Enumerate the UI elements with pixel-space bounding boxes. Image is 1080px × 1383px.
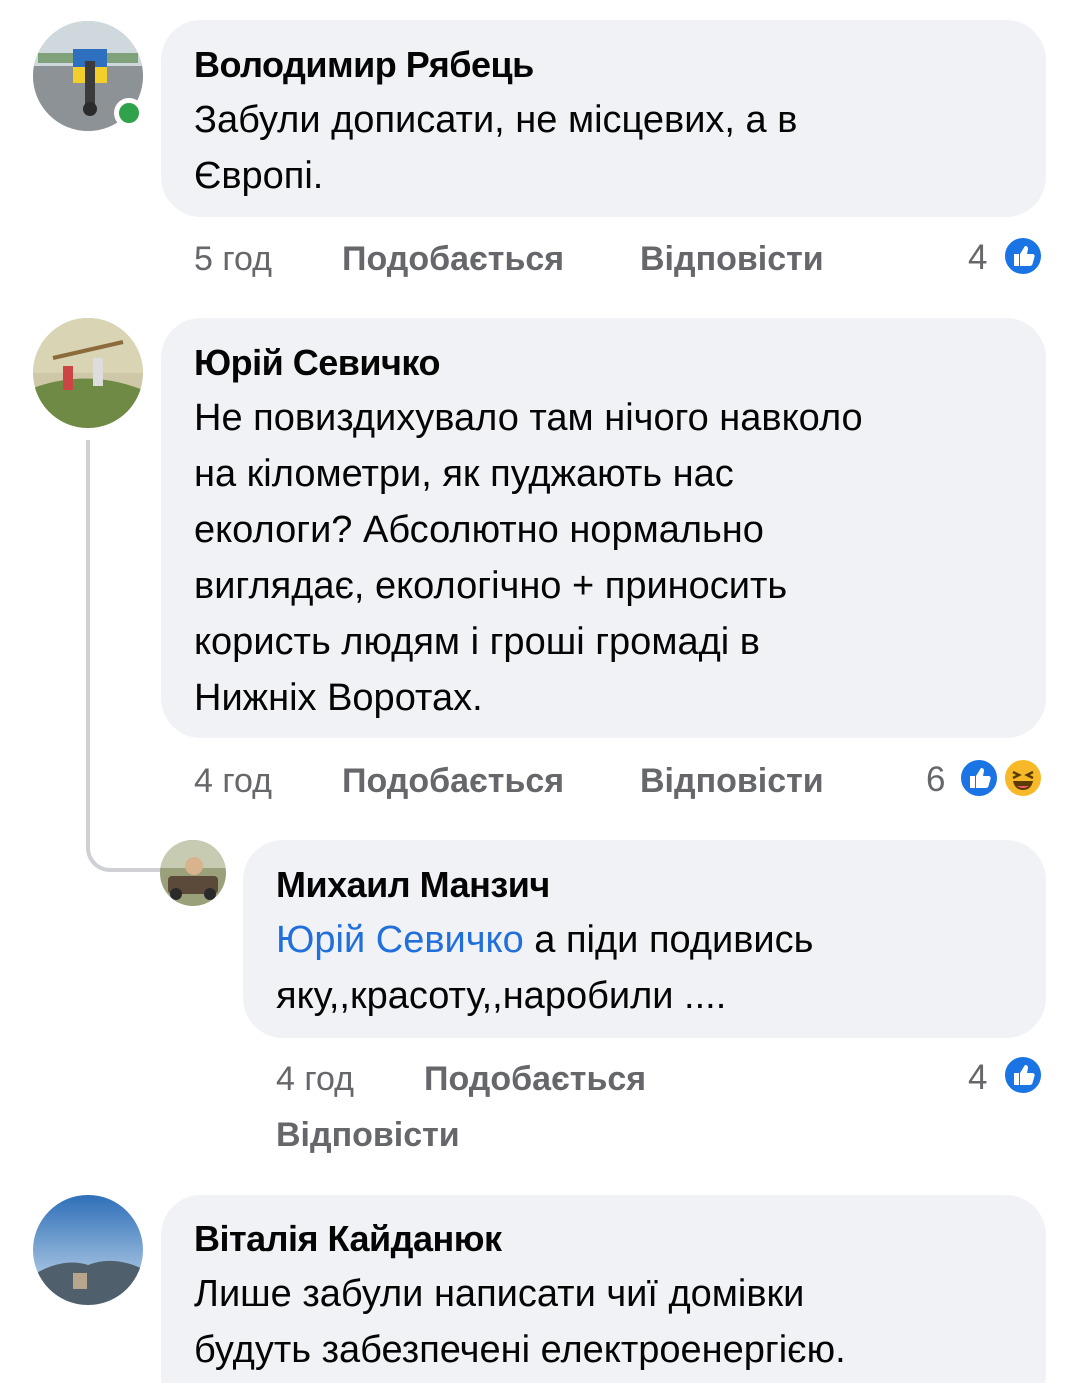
comment-time[interactable]: 4 год: [194, 762, 272, 801]
comment-text-line: на кілометри, як пуджають нас: [194, 453, 734, 495]
avatar-image: [33, 1195, 143, 1305]
like-icon[interactable]: [958, 757, 1000, 799]
comment-text-line: яку,,красоту,,наробили ....: [276, 975, 727, 1017]
comment-time[interactable]: 4 год: [276, 1060, 354, 1099]
haha-icon[interactable]: [1002, 757, 1044, 799]
avatar-image: [160, 840, 226, 906]
like-button[interactable]: Подобається: [342, 762, 564, 801]
comment-text-line: Забули дописати, не місцевих, а в: [194, 99, 798, 141]
comment-text-line: Нижніх Воротах.: [194, 677, 483, 719]
comment-author[interactable]: Михаил Манзич: [276, 864, 550, 906]
comment-text: Лише забули написати чиї домівки будуть …: [194, 1266, 846, 1378]
comment-text-line: будуть забезпечені електроенергією.: [194, 1329, 846, 1371]
comment-text: Забули дописати, не місцевих, а в Європі…: [194, 92, 797, 204]
reply-button[interactable]: Відповісти: [276, 1116, 460, 1155]
avatar-vitalia[interactable]: [33, 1195, 143, 1305]
comment-text-line: виглядає, екологічно + приносить: [194, 565, 788, 607]
comment-text-line: Лише забули написати чиї домівки: [194, 1273, 805, 1315]
online-status-dot: [114, 98, 144, 128]
reaction-count[interactable]: 6: [926, 760, 945, 800]
comment-text: Не повиздихувало там нічого навколо на к…: [194, 390, 863, 726]
comment-text-line: Не повиздихувало там нічого навколо: [194, 397, 863, 439]
avatar-mykhail[interactable]: [160, 840, 226, 906]
comment-text: Юрій Севичко а піди подивись яку,,красот…: [276, 912, 813, 1024]
comment-author[interactable]: Юрій Севичко: [194, 342, 440, 384]
avatar-yurii[interactable]: [33, 318, 143, 428]
comment-text-line: Європі.: [194, 155, 324, 197]
comment-text-segment: а піди подивись: [523, 919, 814, 961]
like-button[interactable]: Подобається: [342, 240, 564, 279]
comment-text-line: користь людям і гроші громаді в: [194, 621, 760, 663]
thread-connector: [86, 440, 162, 872]
reaction-count[interactable]: 4: [968, 238, 987, 278]
comment-text-line: екологи? Абсолютно нормально: [194, 509, 764, 551]
avatar-image: [33, 318, 143, 428]
reaction-count[interactable]: 4: [968, 1058, 987, 1098]
reply-button[interactable]: Відповісти: [640, 762, 824, 801]
reply-button[interactable]: Відповісти: [640, 240, 824, 279]
mention-link[interactable]: Юрій Севичко: [276, 919, 524, 961]
comment-text-line: Юрій Севичко а піди подивись: [276, 912, 813, 968]
like-icon[interactable]: [1002, 235, 1044, 277]
comment-author[interactable]: Віталія Кайданюк: [194, 1218, 502, 1260]
like-button[interactable]: Подобається: [424, 1060, 646, 1099]
like-icon[interactable]: [1002, 1054, 1044, 1096]
comment-author[interactable]: Володимир Рябець: [194, 44, 534, 86]
comment-time[interactable]: 5 год: [194, 240, 272, 279]
